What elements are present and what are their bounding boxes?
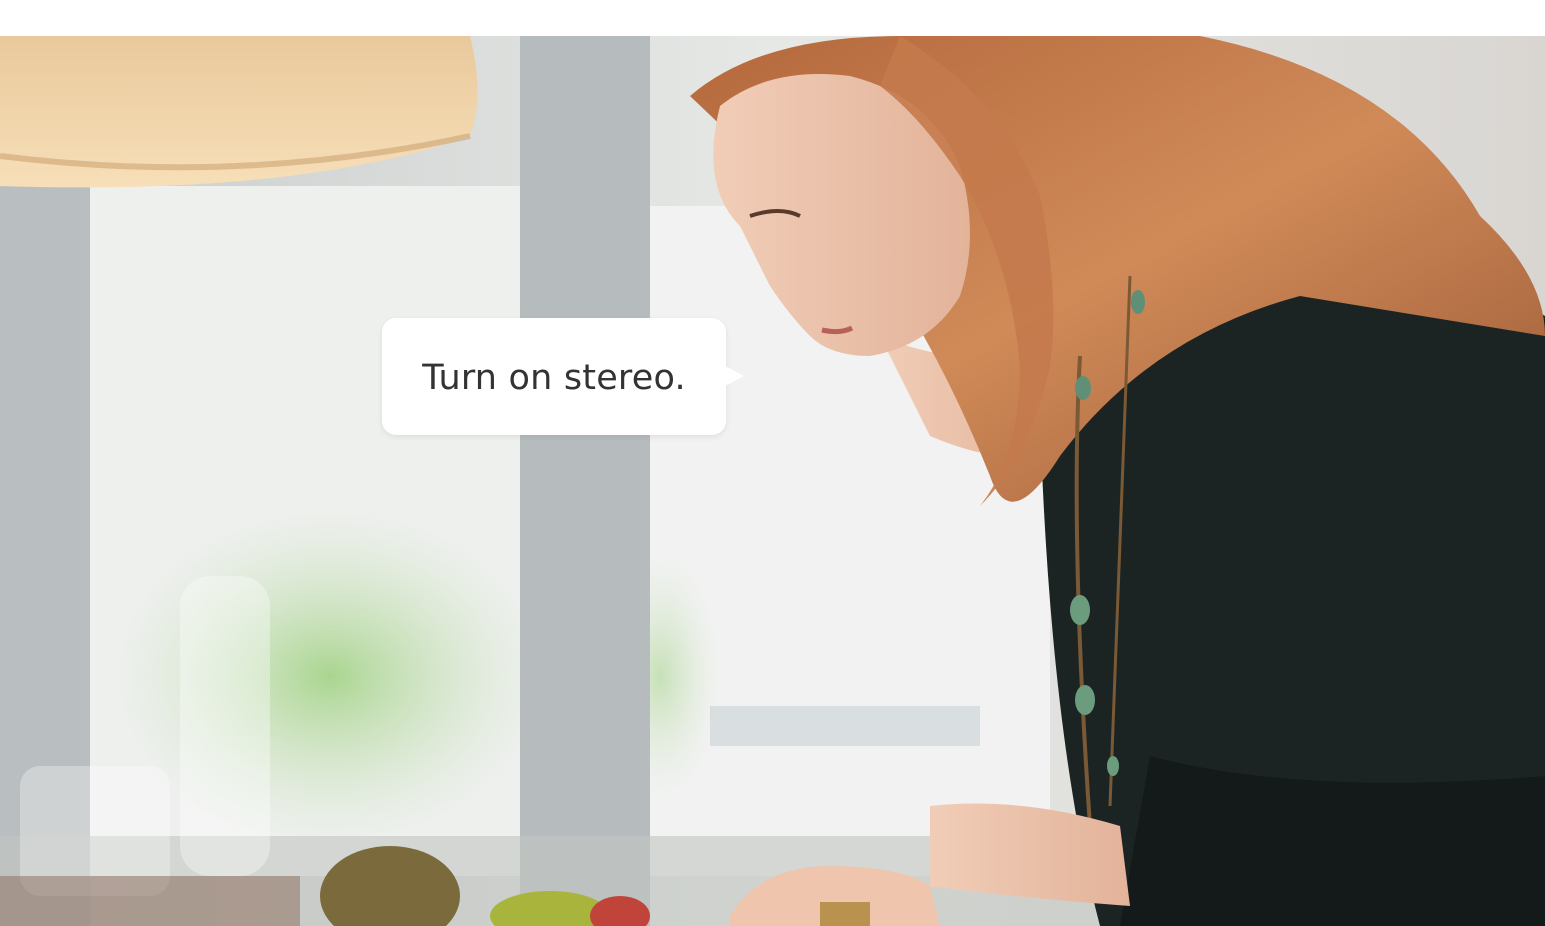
woman-cooking-photo	[0, 36, 1545, 926]
glass-bottle	[180, 576, 270, 876]
page: Turn on stereo.	[0, 0, 1545, 926]
photo-illustration	[0, 36, 1545, 926]
greenery-left	[110, 506, 550, 846]
speech-bubble: Turn on stereo.	[382, 318, 744, 435]
bracelet	[820, 902, 870, 926]
window-frame-mid	[520, 36, 650, 926]
speech-bubble-text: Turn on stereo.	[422, 357, 686, 398]
